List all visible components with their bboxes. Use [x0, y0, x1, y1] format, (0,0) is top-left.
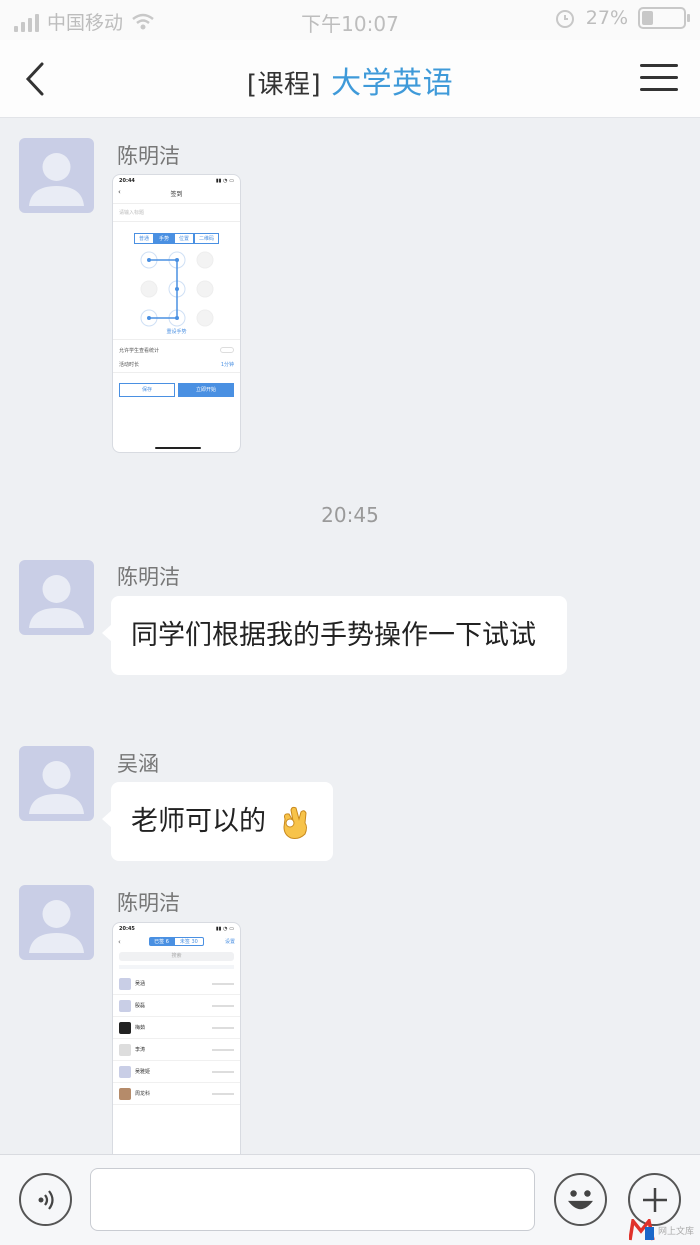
screenshot-hint: 请输入标题 — [113, 204, 240, 222]
sender-name: 陈明洁 — [117, 565, 180, 589]
smiley-icon — [568, 1190, 593, 1210]
screenshot-row-time — [212, 1048, 234, 1051]
screenshot-row: 周龙科 — [113, 1083, 240, 1105]
screenshot-row-time — [212, 1004, 234, 1007]
message-input[interactable] — [90, 1168, 535, 1231]
screenshot-tab: 已签 6 — [149, 937, 174, 946]
gesture-pattern — [140, 251, 214, 327]
screenshot-row: 吴雅姬 — [113, 1061, 240, 1083]
chat-list[interactable]: 陈明洁 20:44 ▮▮ ◔ ▭ ‹ 签到 请输入标题 普通 手势 位置 二维码 重… — [0, 118, 700, 1154]
person-icon — [29, 575, 84, 628]
screenshot-student-list: 吴涵殷磊梅茹李涛吴雅姬周龙科 — [113, 973, 240, 1105]
person-icon — [29, 153, 84, 206]
screenshot-time: 20:44 — [119, 178, 135, 184]
screenshot-row-avatar — [119, 1043, 131, 1056]
sender-name: 陈明洁 — [117, 144, 180, 168]
screenshot-row-time — [212, 1026, 234, 1029]
input-bar: 网上文库 — [0, 1154, 700, 1245]
title-prefix: [课程] — [246, 70, 322, 100]
screenshot-row-time — [212, 1092, 234, 1095]
screenshot-search: 搜索 — [119, 952, 234, 961]
screenshot-tab: 未签 30 — [173, 937, 204, 946]
image-message[interactable]: 20:45 ▮▮ ◔ ▭ ‹ 已签 6 未签 30 设置 搜索 吴涵 殷磊 梅茹 李涛吴… — [112, 922, 241, 1154]
option-label: 允许学生查看统计 — [119, 348, 160, 354]
screenshot-row: 梅茹 — [113, 1017, 240, 1039]
message-bubble[interactable]: 同学们根据我的手势操作一下试试 — [102, 596, 567, 675]
screenshot-row-name: 李涛 — [135, 1047, 146, 1053]
screenshot-row-name: 梅茹 — [135, 1025, 146, 1031]
menu-button[interactable] — [640, 64, 678, 94]
page-title: [课程] 大学英语 — [0, 58, 700, 102]
screenshot-row-avatar — [119, 1021, 131, 1034]
reset-gesture-label: 重设手势 — [166, 329, 187, 335]
screenshot-row-avatar — [119, 1087, 131, 1100]
screenshot-row-name: 殷磊 — [135, 1003, 146, 1009]
message-text: 老师可以的 — [131, 806, 266, 837]
voice-button[interactable] — [19, 1173, 72, 1226]
avatar[interactable] — [19, 746, 94, 821]
screenshot-row: 李涛 — [113, 1039, 240, 1061]
logo-icon — [628, 1219, 655, 1241]
avatar[interactable] — [19, 138, 94, 213]
message-bubble[interactable]: 老师可以的 — [102, 782, 333, 861]
image-message[interactable]: 20:44 ▮▮ ◔ ▭ ‹ 签到 请输入标题 普通 手势 位置 二维码 重设手势 … — [112, 174, 241, 453]
person-icon — [29, 761, 84, 814]
home-indicator — [155, 447, 201, 449]
screenshot-row: 殷磊 — [113, 995, 240, 1017]
voice-icon — [38, 1189, 54, 1210]
screenshot-row-name: 吴雅姬 — [135, 1069, 151, 1075]
battery-icon — [638, 7, 690, 29]
time-divider: 20:45 — [321, 503, 379, 527]
alarm-icon — [555, 10, 574, 28]
sender-name: 陈明洁 — [117, 891, 180, 915]
message-text: 同学们根据我的手势操作一下试试 — [131, 620, 536, 651]
screenshot-row-time — [212, 982, 234, 985]
screenshot-row: 吴涵 — [113, 973, 240, 995]
screenshot-row-avatar — [119, 977, 131, 990]
screenshot-row-avatar — [119, 999, 131, 1012]
screenshot-row-name: 周龙科 — [135, 1091, 151, 1097]
battery-percent: 27% — [585, 7, 628, 29]
screenshot-save-button: 保存 — [119, 383, 175, 397]
screenshot-start-button: 立即开始 — [178, 383, 234, 397]
ok-hand-icon — [283, 806, 307, 839]
screenshot-title: 签到 — [170, 191, 183, 198]
screenshot-row-avatar — [119, 1065, 131, 1078]
course-title: 大学英语 — [331, 66, 454, 101]
option-label: 活动时长 — [119, 362, 140, 368]
screenshot-row-time — [212, 1070, 234, 1073]
nav-bar: [课程] 大学英语 — [0, 40, 700, 118]
plus-icon — [642, 1187, 667, 1212]
watermark-text: 网上文库 — [657, 1226, 694, 1237]
sender-name: 吴涵 — [117, 752, 159, 776]
menu-icon — [640, 64, 678, 67]
option-value: 1分钟 — [220, 362, 234, 368]
screenshot-row-name: 吴涵 — [135, 981, 146, 987]
person-icon — [29, 900, 84, 953]
status-bar: 中国移动 下午10:07 27% — [0, 0, 700, 40]
watermark: 网上文库 — [628, 1219, 694, 1241]
screenshot-time: 20:45 — [119, 926, 135, 932]
avatar[interactable] — [19, 885, 94, 960]
screenshot-settings: 设置 — [224, 939, 235, 945]
emoji-button[interactable] — [554, 1173, 607, 1226]
avatar[interactable] — [19, 560, 94, 635]
screenshot-tabs: 普通 手势 位置 二维码 — [113, 233, 240, 244]
